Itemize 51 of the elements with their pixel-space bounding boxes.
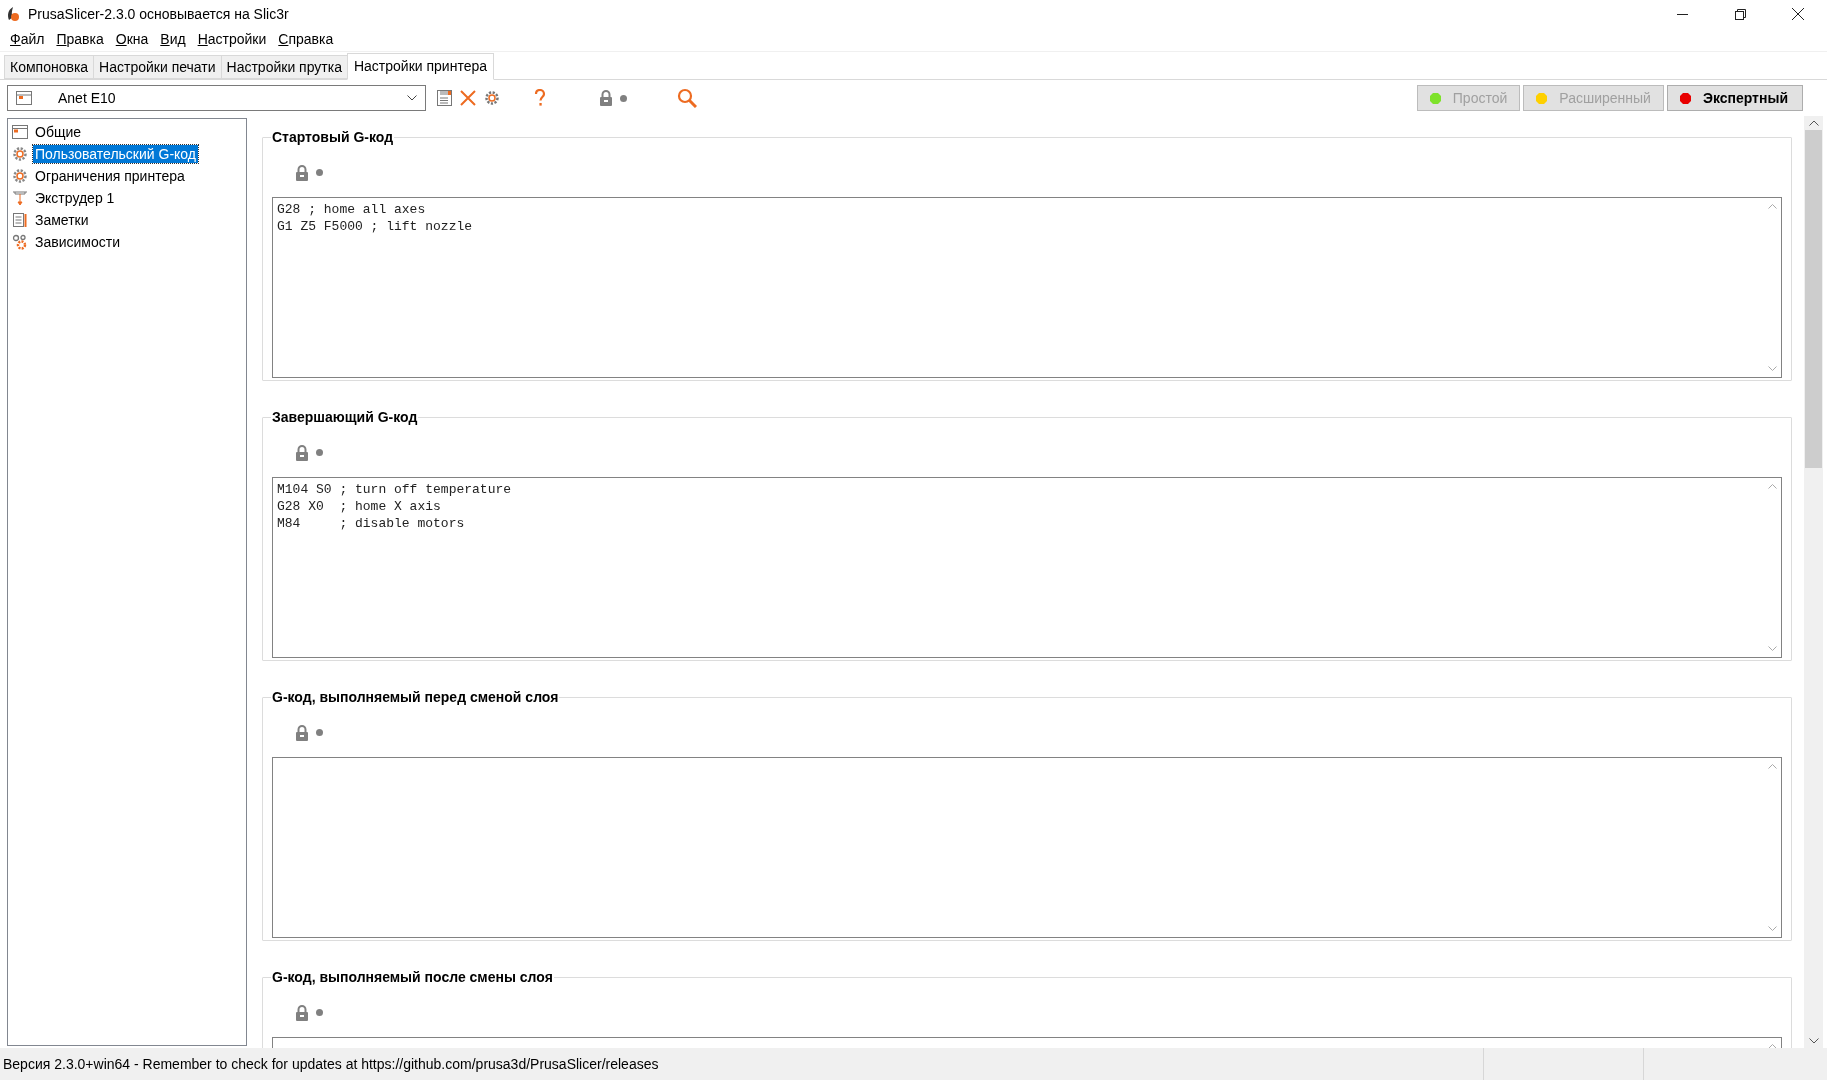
lock-icon[interactable] xyxy=(295,444,309,461)
circles-icon xyxy=(12,234,28,250)
status-text: Версия 2.3.0+win64 - Remember to check for updates at https://github.com/prusa3d/PrusaSlicer/releases xyxy=(2,1054,660,1074)
nozzle-icon xyxy=(12,190,28,206)
lock-icon[interactable] xyxy=(295,164,309,181)
dot-icon xyxy=(316,449,323,456)
lock-icon[interactable] xyxy=(295,1004,309,1021)
gear-icon xyxy=(12,168,28,184)
tree-item[interactable]: Пользовательский G-код xyxy=(33,145,198,163)
dot-icon xyxy=(316,1009,323,1016)
tab[interactable]: Компоновка xyxy=(4,55,94,79)
menu-item[interactable]: Правка xyxy=(50,29,110,50)
restore-icon[interactable] xyxy=(1734,8,1746,20)
gear-icon xyxy=(12,146,28,162)
section-title: G-код, выполняемый перед сменой слоя xyxy=(271,688,560,707)
notes-icon xyxy=(12,212,28,228)
tree-item[interactable]: Ограничения принтера xyxy=(33,167,187,185)
tree-item[interactable]: Экструдер 1 xyxy=(33,189,117,207)
scrollbar[interactable] xyxy=(1804,116,1823,1048)
tab[interactable]: Настройки печати xyxy=(93,55,221,79)
menu-item[interactable]: Окна xyxy=(109,29,155,50)
scroll-thumb[interactable] xyxy=(1805,130,1822,468)
mode-button[interactable]: Экспертный xyxy=(1666,85,1803,111)
window-title: PrusaSlicer-2.3.0 основывается на Slic3r xyxy=(28,4,289,24)
tab[interactable]: Настройки принтера xyxy=(346,53,495,80)
dot-icon xyxy=(620,94,627,102)
menu-item[interactable]: Настройки xyxy=(191,29,273,50)
lock-icon[interactable] xyxy=(295,724,309,741)
chevron-down-icon xyxy=(407,95,417,101)
gcode-text: M104 S0 ; turn off temperature G28 X0 ; home X axis M84 ; disable motors xyxy=(277,481,513,532)
section-title: G-код, выполняемый после смены слоя xyxy=(271,968,554,987)
menu-item[interactable]: Справка xyxy=(272,29,340,50)
page-icon xyxy=(12,124,28,140)
gcode-text: G28 ; home all axes G1 Z5 F5000 ; lift nozzle xyxy=(277,201,474,235)
printer-page-icon xyxy=(16,91,32,105)
tab[interactable]: Настройки прутка xyxy=(220,55,347,79)
app-logo-icon xyxy=(6,6,20,22)
preset-dropdown[interactable]: Anet E10 xyxy=(7,85,426,111)
dot-icon xyxy=(316,729,323,736)
scroll-down-icon[interactable] xyxy=(1808,1038,1819,1044)
tree-item[interactable]: Заметки xyxy=(33,211,91,229)
tree-item[interactable]: Зависимости xyxy=(33,233,122,251)
tree-item[interactable]: Общие xyxy=(33,123,84,141)
scroll-up-icon[interactable] xyxy=(1808,120,1819,126)
menu-item[interactable]: Файл xyxy=(4,29,51,50)
menu-item[interactable]: Вид xyxy=(154,29,192,50)
section-title: Стартовый G-код xyxy=(271,128,395,147)
dot-icon xyxy=(316,169,323,176)
search-button[interactable] xyxy=(675,86,699,110)
close-icon[interactable] xyxy=(1792,8,1804,20)
section-title: Завершающий G-код xyxy=(271,408,419,427)
